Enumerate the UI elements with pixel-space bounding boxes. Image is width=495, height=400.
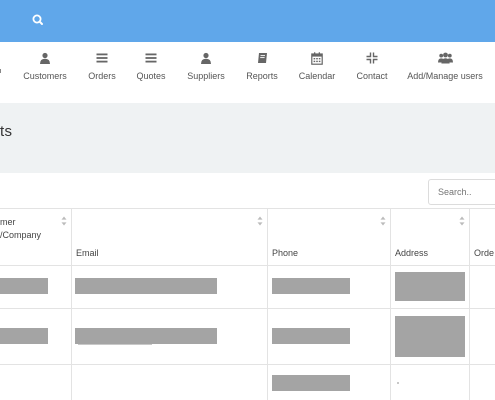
nav-item-contact[interactable]: Contact [355,50,389,96]
column-header-email[interactable]: Email [76,247,99,260]
column-divider [469,208,470,400]
redacted-phone [272,375,350,391]
redacted-customer [0,278,48,294]
nav-label: Quotes [136,71,166,81]
column-header-customer-company[interactable]: mer /Company [0,216,62,242]
redacted-email-fragment [78,344,152,345]
column-divider [267,208,268,400]
column-divider [390,208,391,400]
sort-icon[interactable] [459,216,465,226]
column-header-address[interactable]: Address [395,247,428,260]
table-border [0,208,495,209]
page-header: ts [0,103,495,173]
redacted-address [395,316,465,357]
user-icon [186,52,226,68]
nav-label: Calendar [298,71,336,81]
top-bar [0,0,495,42]
data-table: mer /Company Email Phone Address Orde [0,208,495,400]
redacted-address [395,272,465,301]
search-icon[interactable] [28,10,48,30]
sort-icon[interactable] [380,216,386,226]
redacted-customer [0,328,48,344]
redacted-phone [272,328,350,344]
nav-overflow-fragment [0,69,1,73]
redacted-phone [272,278,350,294]
column-divider [71,208,72,400]
address-fragment [397,382,399,384]
nav-item-add-manage-users[interactable]: Add/Manage users [407,50,483,96]
compress-icon [355,52,389,68]
book-icon [244,52,280,68]
list-icon [86,52,118,68]
table-header-border [0,265,495,266]
calendar-icon [298,52,336,68]
user-icon [22,52,68,68]
nav-item-calendar[interactable]: Calendar [298,50,336,96]
users-icon [407,52,483,68]
column-header-orders[interactable]: Orde [474,247,494,260]
nav-item-suppliers[interactable]: Suppliers [186,50,226,96]
sort-icon[interactable] [61,216,67,226]
table-search-input[interactable] [428,179,495,205]
page-title: ts [0,123,13,140]
nav-item-orders[interactable]: Orders [86,50,118,96]
main-nav: Customers Orders Quotes Suppliers Report… [0,42,495,104]
row-divider [0,364,495,365]
sort-icon[interactable] [257,216,263,226]
redacted-email [75,278,217,294]
row-divider [0,308,495,309]
nav-label: Orders [88,71,116,81]
nav-label: Add/Manage users [407,71,483,81]
list-icon [135,52,167,68]
nav-label: Reports [246,71,278,81]
nav-label: Contact [356,71,388,81]
column-header-phone[interactable]: Phone [272,247,298,260]
nav-item-quotes[interactable]: Quotes [135,50,167,96]
nav-item-customers[interactable]: Customers [22,50,68,96]
nav-label: Suppliers [187,71,225,81]
redacted-email [75,328,217,344]
nav-item-reports[interactable]: Reports [244,50,280,96]
nav-label: Customers [23,71,67,81]
